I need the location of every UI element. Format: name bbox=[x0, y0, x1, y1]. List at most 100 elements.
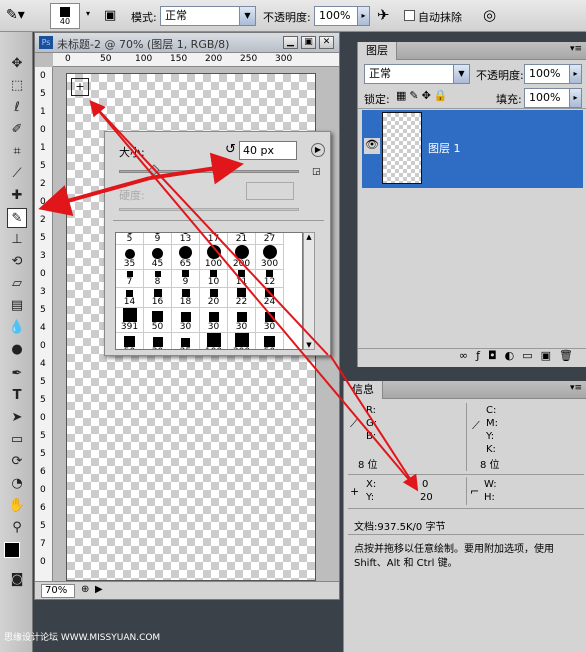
blend-mode-select[interactable]: 正常 ▼ bbox=[364, 64, 470, 84]
brush-preset[interactable]: 12 bbox=[256, 270, 284, 288]
blur-tool-icon[interactable]: 💧 bbox=[7, 318, 27, 338]
brush-preset[interactable]: 24 bbox=[256, 288, 284, 308]
brush-preset[interactable]: 10 bbox=[200, 270, 228, 288]
brush-preset[interactable]: 30 bbox=[256, 308, 284, 333]
layers-tab[interactable]: 图层 bbox=[358, 42, 397, 60]
brush-preset[interactable]: 5 bbox=[116, 233, 144, 245]
foreground-color-swatch[interactable] bbox=[4, 542, 20, 558]
brush-panel-toggle-icon[interactable]: ▣ bbox=[104, 8, 116, 23]
brush-preset[interactable]: 16 bbox=[144, 288, 172, 308]
path-select-icon[interactable]: ➤ bbox=[7, 408, 27, 428]
layer-row[interactable]: 👁 图层 1 bbox=[362, 110, 583, 188]
new-preset-icon[interactable]: ◲ bbox=[312, 167, 321, 177]
status-icon[interactable]: ⊕ bbox=[81, 584, 89, 595]
tablet-pressure-icon[interactable]: ◎ bbox=[483, 6, 496, 24]
3d-rotate-icon[interactable]: ⟳ bbox=[7, 452, 27, 472]
layer-name[interactable]: 图层 1 bbox=[428, 140, 461, 156]
marquee-tool-icon[interactable]: ⬚ bbox=[7, 76, 27, 96]
brush-preset-picker[interactable]: 40 bbox=[50, 3, 80, 29]
fill-input[interactable]: 100% ▸ bbox=[524, 88, 582, 108]
brush-preset[interactable]: 7 bbox=[116, 270, 144, 288]
pen-tool-icon[interactable]: ✒ bbox=[7, 364, 27, 384]
auto-erase-checkbox[interactable] bbox=[404, 10, 415, 21]
hand-tool-icon[interactable]: ✋ bbox=[7, 496, 27, 516]
brush-preset[interactable]: 14 bbox=[116, 288, 144, 308]
brush-preset[interactable]: 20 bbox=[200, 288, 228, 308]
brush-preset[interactable]: 11 bbox=[228, 270, 256, 288]
brush-preset[interactable]: 9 bbox=[172, 270, 200, 288]
airbrush-icon[interactable]: ✈ bbox=[377, 6, 390, 24]
healing-tool-icon[interactable]: ✚ bbox=[7, 186, 27, 206]
brush-preset-size: 27 bbox=[263, 234, 276, 244]
opacity-input[interactable]: 100% ▸ bbox=[314, 6, 370, 26]
brush-tool-icon[interactable]: ✎▾ bbox=[6, 7, 25, 23]
size-slider-thumb[interactable] bbox=[148, 164, 160, 176]
eraser-tool-icon[interactable]: ▱ bbox=[7, 274, 27, 294]
shape-tool-icon[interactable]: ▭ bbox=[7, 430, 27, 450]
brush-preset[interactable]: 21 bbox=[228, 233, 256, 245]
brush-preset[interactable]: 391 bbox=[116, 308, 144, 333]
brush-preset[interactable]: 30 bbox=[228, 308, 256, 333]
brush-preset[interactable]: 27 bbox=[256, 233, 284, 245]
chevron-down-icon[interactable]: ▾ bbox=[86, 9, 90, 18]
size-input[interactable]: 40 px bbox=[239, 141, 297, 160]
panel-menu-icon[interactable]: ▶ bbox=[311, 143, 325, 157]
brush-preset-size: 300 bbox=[260, 259, 279, 269]
reset-size-icon[interactable]: ↺ bbox=[225, 142, 236, 157]
visibility-eye-icon[interactable]: 👁 bbox=[364, 138, 380, 154]
crop-tool-icon[interactable]: ⌗ bbox=[7, 142, 27, 162]
brush-preset[interactable]: 100 bbox=[200, 333, 228, 349]
brush-preset[interactable]: 50 bbox=[144, 308, 172, 333]
gradient-tool-icon[interactable]: ▤ bbox=[7, 296, 27, 316]
mode-select[interactable]: 正常 ▼ bbox=[160, 6, 256, 26]
history-brush-icon[interactable]: ⟲ bbox=[7, 252, 27, 272]
brush-preset[interactable]: 8 bbox=[144, 270, 172, 288]
info-tab[interactable]: 信息 bbox=[344, 381, 383, 399]
brush-preset[interactable]: 22 bbox=[228, 288, 256, 308]
close-button[interactable]: ✕ bbox=[319, 36, 334, 49]
brush-preset[interactable]: 200 bbox=[228, 245, 256, 270]
quick-mask-icon[interactable]: ◙ bbox=[7, 570, 27, 590]
scrollbar[interactable]: ▲ ▼ bbox=[303, 232, 315, 350]
minimize-button[interactable]: ▁ bbox=[283, 36, 298, 49]
size-slider[interactable] bbox=[119, 170, 299, 173]
zoom-tool-icon[interactable]: ⚲ bbox=[7, 518, 27, 538]
brush-preset[interactable]: 25 bbox=[172, 333, 200, 349]
scroll-down-icon[interactable]: ▼ bbox=[304, 341, 314, 349]
brush-preset-size: 50 bbox=[256, 347, 283, 349]
brush-preset[interactable]: 50 bbox=[116, 333, 144, 349]
brush-preset[interactable]: 300 bbox=[256, 245, 284, 270]
quick-select-tool-icon[interactable]: ✐ bbox=[7, 120, 27, 140]
zoom-field[interactable]: 70% bbox=[41, 584, 75, 598]
brush-preset[interactable]: 17 bbox=[200, 233, 228, 245]
dodge-tool-icon[interactable]: ● bbox=[7, 340, 27, 360]
layers-footer-icons[interactable]: ∞ƒ◘◐▭▣🗑 bbox=[358, 348, 586, 367]
brush-preset[interactable]: 65 bbox=[172, 245, 200, 270]
brush-preset[interactable]: 30 bbox=[200, 308, 228, 333]
lock-icons[interactable]: ▦✎✥🔒 bbox=[396, 89, 451, 102]
scroll-up-icon[interactable]: ▲ bbox=[304, 233, 314, 241]
y-label: Y: bbox=[366, 492, 375, 503]
layer-opacity-input[interactable]: 100% ▸ bbox=[524, 64, 582, 84]
brush-preset[interactable]: 300 bbox=[228, 333, 256, 349]
3d-orbit-icon[interactable]: ◔ bbox=[7, 474, 27, 494]
move-tool-icon[interactable]: ✥ bbox=[7, 54, 27, 74]
brush-preset[interactable]: 13 bbox=[172, 233, 200, 245]
brush-preset[interactable]: 30 bbox=[172, 308, 200, 333]
lasso-tool-icon[interactable]: ℓ bbox=[7, 98, 27, 118]
panel-menu-icon[interactable]: ▾≡ bbox=[570, 383, 582, 393]
brush-preset[interactable]: 100 bbox=[200, 245, 228, 270]
restore-button[interactable]: ▣ bbox=[301, 36, 316, 49]
brush-preset[interactable]: 18 bbox=[172, 288, 200, 308]
stamp-tool-icon[interactable]: ⊥ bbox=[7, 230, 27, 250]
brush-tool-icon[interactable]: ✎ bbox=[7, 208, 27, 228]
brush-preset[interactable]: 30 bbox=[144, 333, 172, 349]
status-arrow-icon[interactable]: ▶ bbox=[95, 584, 103, 595]
brush-preset[interactable]: 35 bbox=[116, 245, 144, 270]
brush-preset[interactable]: 45 bbox=[144, 245, 172, 270]
brush-preset[interactable]: 50 bbox=[256, 333, 284, 349]
type-tool-icon[interactable]: T bbox=[7, 386, 27, 406]
brush-preset[interactable]: 9 bbox=[144, 233, 172, 245]
panel-menu-icon[interactable]: ▾≡ bbox=[570, 44, 582, 54]
eyedropper-tool-icon[interactable]: ⟋ bbox=[7, 164, 27, 184]
